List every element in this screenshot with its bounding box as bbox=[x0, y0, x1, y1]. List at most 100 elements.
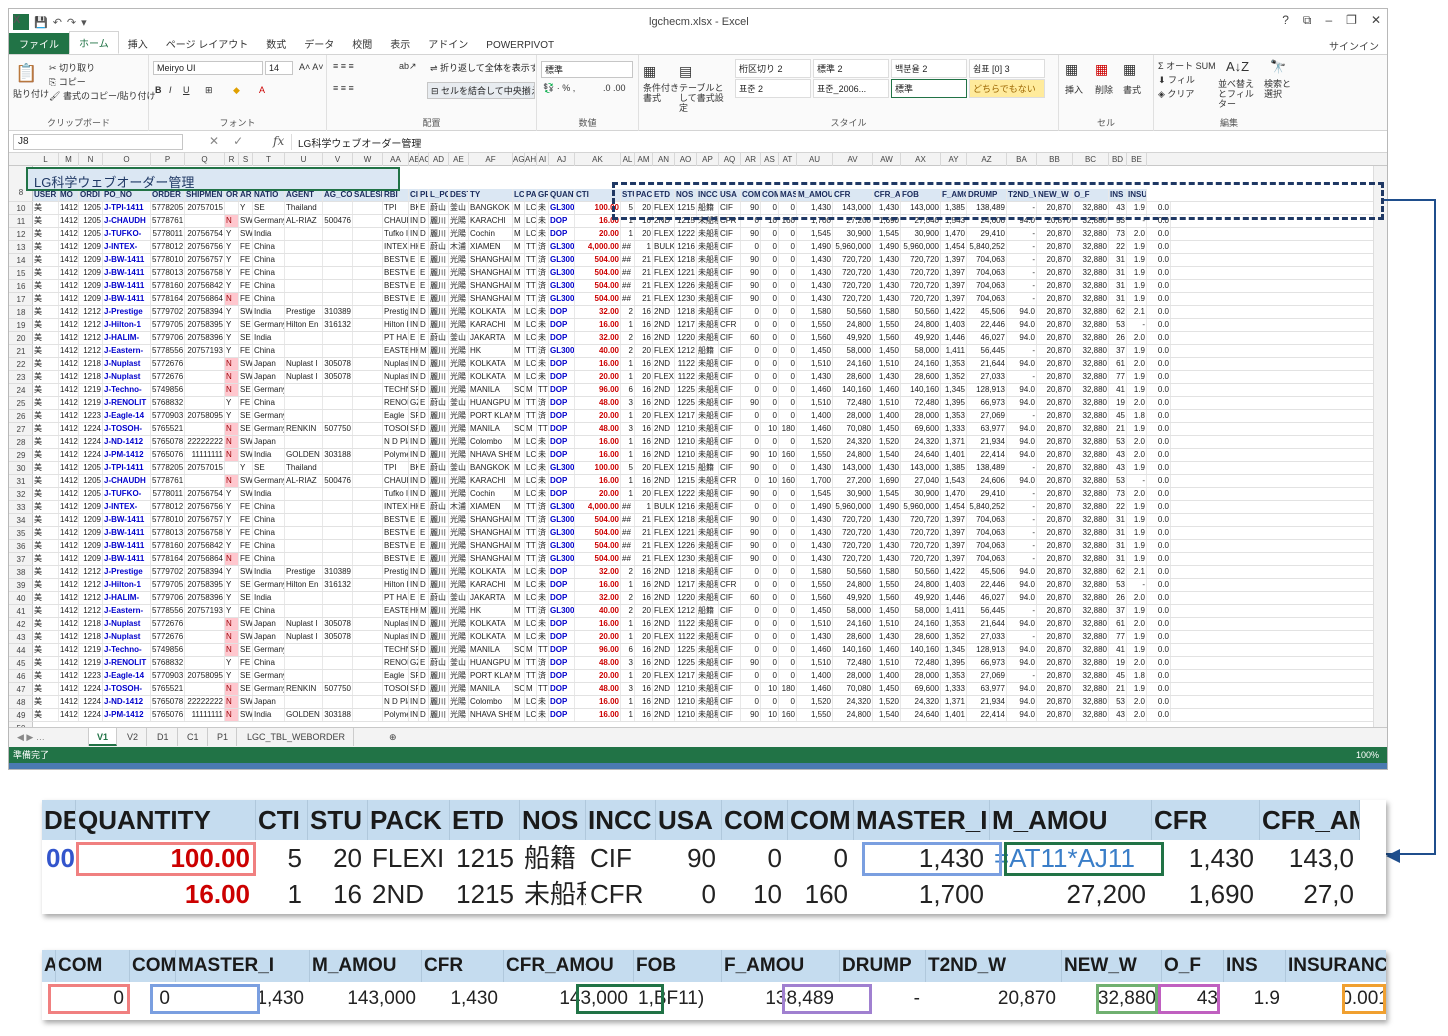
table-cell[interactable]: 90 bbox=[741, 449, 761, 461]
table-cell[interactable]: ## bbox=[621, 527, 635, 539]
table-cell[interactable] bbox=[323, 514, 353, 526]
table-cell[interactable]: EASTER bbox=[383, 605, 409, 617]
table-cell[interactable]: 未 bbox=[537, 358, 549, 370]
table-cell[interactable] bbox=[285, 696, 323, 708]
row-header[interactable]: 49 bbox=[9, 709, 33, 722]
cut-button[interactable]: ✂ 切り取り bbox=[49, 61, 95, 74]
table-cell[interactable] bbox=[353, 319, 383, 331]
wrap-text-button[interactable]: ⇌ 折り返して全体を表示する bbox=[427, 60, 535, 75]
table-cell[interactable]: 1412 bbox=[59, 605, 79, 617]
table-cell[interactable] bbox=[323, 540, 353, 552]
table-cell[interactable]: 128,913 bbox=[967, 384, 1007, 396]
table-cell[interactable] bbox=[323, 462, 353, 474]
table-cell[interactable]: 94.0 bbox=[1007, 579, 1037, 591]
column-header[interactable]: AQ bbox=[719, 153, 741, 166]
column-header[interactable]: R bbox=[225, 153, 239, 166]
table-cell[interactable]: 船籍 bbox=[697, 605, 719, 617]
table-cell[interactable]: 4,000.00 bbox=[575, 501, 621, 513]
table-cell[interactable]: DOP bbox=[549, 488, 575, 500]
table-cell[interactable]: 1 bbox=[621, 579, 635, 591]
table-cell[interactable] bbox=[285, 332, 323, 344]
table-cell[interactable]: FLEXI bbox=[653, 605, 675, 617]
table-cell[interactable]: 釜山 bbox=[449, 462, 469, 474]
table-cell[interactable]: 未船積 bbox=[697, 670, 719, 682]
table-cell[interactable]: 1,450 bbox=[797, 345, 833, 357]
insert-cells-icon[interactable]: ▦ bbox=[1065, 61, 1078, 78]
table-cell[interactable]: J-CHAUDH bbox=[103, 215, 151, 227]
table-cell[interactable]: 1225 bbox=[675, 657, 697, 669]
table-cell[interactable] bbox=[285, 384, 323, 396]
table-cell[interactable]: 0 bbox=[761, 254, 779, 266]
table-cell[interactable]: 1,430 bbox=[873, 527, 901, 539]
table-cell[interactable]: ## bbox=[621, 514, 635, 526]
table-cell[interactable]: 済 bbox=[537, 540, 549, 552]
table-cell[interactable]: CIF bbox=[719, 358, 741, 370]
table-cell[interactable]: E bbox=[419, 293, 429, 305]
table-cell[interactable]: 28,600 bbox=[901, 371, 941, 383]
table-cell[interactable]: 5778556 bbox=[151, 605, 185, 617]
table-cell[interactable] bbox=[185, 423, 225, 435]
table-cell[interactable]: 32,880 bbox=[1073, 384, 1109, 396]
table-cell[interactable]: 光陽 bbox=[449, 371, 469, 383]
table-cell[interactable]: 美 bbox=[33, 345, 59, 357]
table-cell[interactable]: 0 bbox=[761, 566, 779, 578]
table-cell[interactable]: 1,490 bbox=[797, 241, 833, 253]
table-cell[interactable]: 1412 bbox=[59, 267, 79, 279]
table-cell[interactable]: 1,520 bbox=[797, 696, 833, 708]
table-cell[interactable] bbox=[323, 657, 353, 669]
table-cell[interactable]: N bbox=[225, 371, 239, 383]
table-cell[interactable]: GL300 bbox=[549, 293, 575, 305]
zoom-cell[interactable]: 1,690 bbox=[1152, 876, 1260, 912]
table-cell[interactable]: IN bbox=[409, 228, 419, 240]
table-cell[interactable]: TT bbox=[525, 254, 537, 266]
table-cell[interactable]: 光陽 bbox=[449, 267, 469, 279]
table-cell[interactable]: 麗川 bbox=[429, 423, 449, 435]
table-cell[interactable]: Y bbox=[225, 579, 239, 591]
table-cell[interactable]: 1218 bbox=[675, 254, 697, 266]
table-cell[interactable]: 27,033 bbox=[967, 631, 1007, 643]
table-cell[interactable] bbox=[353, 488, 383, 500]
table-cell[interactable]: 1412 bbox=[59, 410, 79, 422]
table-cell[interactable]: 69,600 bbox=[901, 423, 941, 435]
table-cell[interactable]: 507750 bbox=[323, 683, 353, 695]
table-cell[interactable]: 未 bbox=[537, 319, 549, 331]
table-cell[interactable]: DOP bbox=[549, 215, 575, 227]
table-cell[interactable]: 麗川 bbox=[429, 436, 449, 448]
table-cell[interactable]: 美 bbox=[33, 267, 59, 279]
table-cell[interactable]: Colombo bbox=[469, 696, 513, 708]
table-cell[interactable]: Y bbox=[225, 488, 239, 500]
table-cell[interactable]: 済 bbox=[537, 397, 549, 409]
table-cell[interactable] bbox=[353, 540, 383, 552]
table-cell[interactable]: SW bbox=[239, 631, 253, 643]
table-cell[interactable]: 143,000 bbox=[901, 462, 941, 474]
table-cell[interactable]: TT bbox=[525, 527, 537, 539]
table-cell[interactable]: 麗川 bbox=[429, 553, 449, 565]
table-cell[interactable]: 麗川 bbox=[429, 605, 449, 617]
table-cell[interactable]: 32,880 bbox=[1073, 540, 1109, 552]
minimize-icon[interactable]: – bbox=[1325, 13, 1332, 28]
table-cell[interactable]: M bbox=[513, 449, 525, 461]
table-cell[interactable]: 5768832 bbox=[151, 657, 185, 669]
table-cell[interactable]: 麗川 bbox=[429, 644, 449, 656]
table-cell[interactable]: 1.9 bbox=[1127, 267, 1147, 279]
table-cell[interactable]: 30,900 bbox=[833, 488, 873, 500]
table-cell[interactable]: E bbox=[409, 592, 419, 604]
table-cell[interactable]: 1,411 bbox=[941, 345, 967, 357]
table-cell[interactable] bbox=[323, 397, 353, 409]
table-cell[interactable]: GL300 bbox=[549, 267, 575, 279]
table-cell[interactable] bbox=[225, 462, 239, 474]
table-cell[interactable]: 美 bbox=[33, 696, 59, 708]
fill-button[interactable]: ⬇ フィル bbox=[1158, 73, 1195, 86]
table-cell[interactable]: 0 bbox=[779, 553, 797, 565]
table-cell[interactable]: 1209 bbox=[79, 267, 103, 279]
table-cell[interactable]: ## bbox=[621, 540, 635, 552]
table-cell[interactable]: 蔚山 bbox=[429, 592, 449, 604]
table-cell[interactable]: Nuplast bbox=[383, 358, 409, 370]
table-cell[interactable]: 22,414 bbox=[967, 449, 1007, 461]
table-cell[interactable]: FLEXI bbox=[653, 527, 675, 539]
cell-grid[interactable]: USER MO ORDI PO_NO ORDER SHIPMEN OR ARI NATIO AGE… bbox=[33, 166, 1373, 727]
row-header[interactable]: 46 bbox=[9, 670, 33, 683]
table-cell[interactable]: 1218 bbox=[79, 371, 103, 383]
table-cell[interactable]: 1222 bbox=[675, 228, 697, 240]
table-cell[interactable]: SOU bbox=[513, 683, 525, 695]
